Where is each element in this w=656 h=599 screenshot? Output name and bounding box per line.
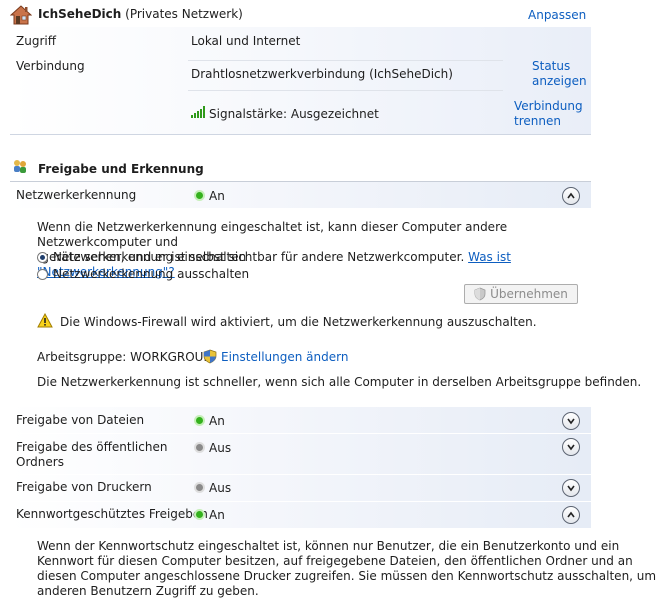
firewall-warning: Die Windows-Firewall wird aktiviert, um … — [60, 315, 537, 329]
divider — [188, 90, 503, 91]
status-off-icon — [196, 484, 203, 491]
printer-sharing-label: Freigabe von Druckern — [16, 480, 152, 494]
status-on-icon — [196, 417, 203, 424]
workgroup-label: Arbeitsgruppe: WORKGROUP — [37, 350, 211, 364]
warning-icon — [37, 312, 53, 328]
expand-file-sharing-button[interactable] — [562, 412, 580, 430]
status-on-icon — [196, 511, 203, 518]
disconnect-link[interactable]: Verbindung trennen — [514, 99, 583, 129]
password-desc-line1: Wenn der Kennwortschutz eingeschaltet is… — [37, 539, 620, 553]
chevron-up-icon — [567, 192, 575, 199]
disconnect-link-line1: Verbindung — [514, 99, 583, 113]
divider — [188, 60, 503, 61]
house-icon — [9, 4, 33, 26]
collapse-password-sharing-button[interactable] — [562, 506, 580, 524]
discovery-off-label[interactable]: Netzwerkerkennung ausschalten — [53, 267, 249, 281]
network-title: IchSeheDich (Privates Netzwerk) — [38, 7, 243, 21]
status-link[interactable]: Status anzeigen — [532, 59, 587, 89]
password-description: Wenn der Kennwortschutz eingeschaltet is… — [37, 539, 656, 599]
password-desc-line4: anderen Benutzern Zugriff zu geben. — [37, 584, 259, 598]
discovery-off-radio[interactable] — [37, 269, 48, 280]
collapse-discovery-button[interactable] — [562, 187, 580, 205]
status-link-line2: anzeigen — [532, 74, 587, 88]
password-sharing-label: Kennwortgeschütztes Freigeben — [16, 507, 208, 521]
password-desc-line3: diesen Computer angeschlossene Drucker z… — [37, 569, 656, 583]
network-name: IchSeheDich — [38, 7, 122, 21]
discovery-on-radio[interactable] — [37, 252, 48, 263]
expand-printer-sharing-button[interactable] — [562, 479, 580, 497]
chevron-down-icon — [567, 444, 575, 451]
public-folder-label-line2: Ordners — [16, 455, 64, 469]
apply-button[interactable]: Übernehmen — [464, 284, 578, 304]
discovery-label: Netzwerkerkennung — [16, 188, 137, 202]
status-off-icon — [196, 444, 203, 451]
connection-value: Drahtlosnetzwerkverbindung (IchSeheDich) — [191, 67, 453, 81]
chevron-down-icon — [567, 485, 575, 492]
network-type: (Privates Netzwerk) — [125, 7, 243, 21]
customize-link[interactable]: Anpassen — [528, 8, 586, 22]
expand-public-folder-button[interactable] — [562, 438, 580, 456]
shield-icon — [203, 349, 217, 364]
discovery-desc-line1: Wenn die Netzwerkerkennung eingeschaltet… — [37, 220, 508, 249]
chevron-down-icon — [567, 418, 575, 425]
public-folder-label-line1: Freigabe des öffentlichen — [16, 440, 168, 454]
sharing-icon — [12, 158, 28, 174]
password-desc-line2: Kennwort für diesen Computer besitzen, a… — [37, 554, 633, 568]
discovery-status: An — [209, 189, 225, 203]
discovery-on-label[interactable]: Netzwerkerkennung einschalten — [53, 250, 246, 264]
chevron-up-icon — [567, 511, 575, 518]
signal-icon — [191, 106, 207, 118]
change-settings-link[interactable]: Einstellungen ändern — [221, 350, 348, 364]
public-folder-label: Freigabe des öffentlichen Ordners — [16, 440, 167, 470]
uac-shield-icon — [474, 287, 486, 301]
file-sharing-label: Freigabe von Dateien — [16, 413, 145, 427]
access-label: Zugriff — [16, 34, 56, 48]
status-on-icon — [196, 192, 203, 199]
connection-label: Verbindung — [16, 59, 85, 73]
status-link-line1: Status — [532, 59, 571, 73]
sharing-section-title: Freigabe und Erkennung — [38, 162, 204, 176]
printer-sharing-status: Aus — [209, 481, 232, 495]
apply-button-label: Übernehmen — [490, 287, 568, 301]
public-folder-status: Aus — [209, 441, 232, 455]
file-sharing-status: An — [209, 414, 225, 428]
access-value: Lokal und Internet — [191, 34, 301, 48]
signal-strength: Signalstärke: Ausgezeichnet — [209, 107, 379, 121]
disconnect-link-line2: trennen — [514, 114, 561, 128]
password-sharing-status: An — [209, 508, 225, 522]
workgroup-note: Die Netzwerkerkennung ist schneller, wen… — [37, 375, 642, 389]
